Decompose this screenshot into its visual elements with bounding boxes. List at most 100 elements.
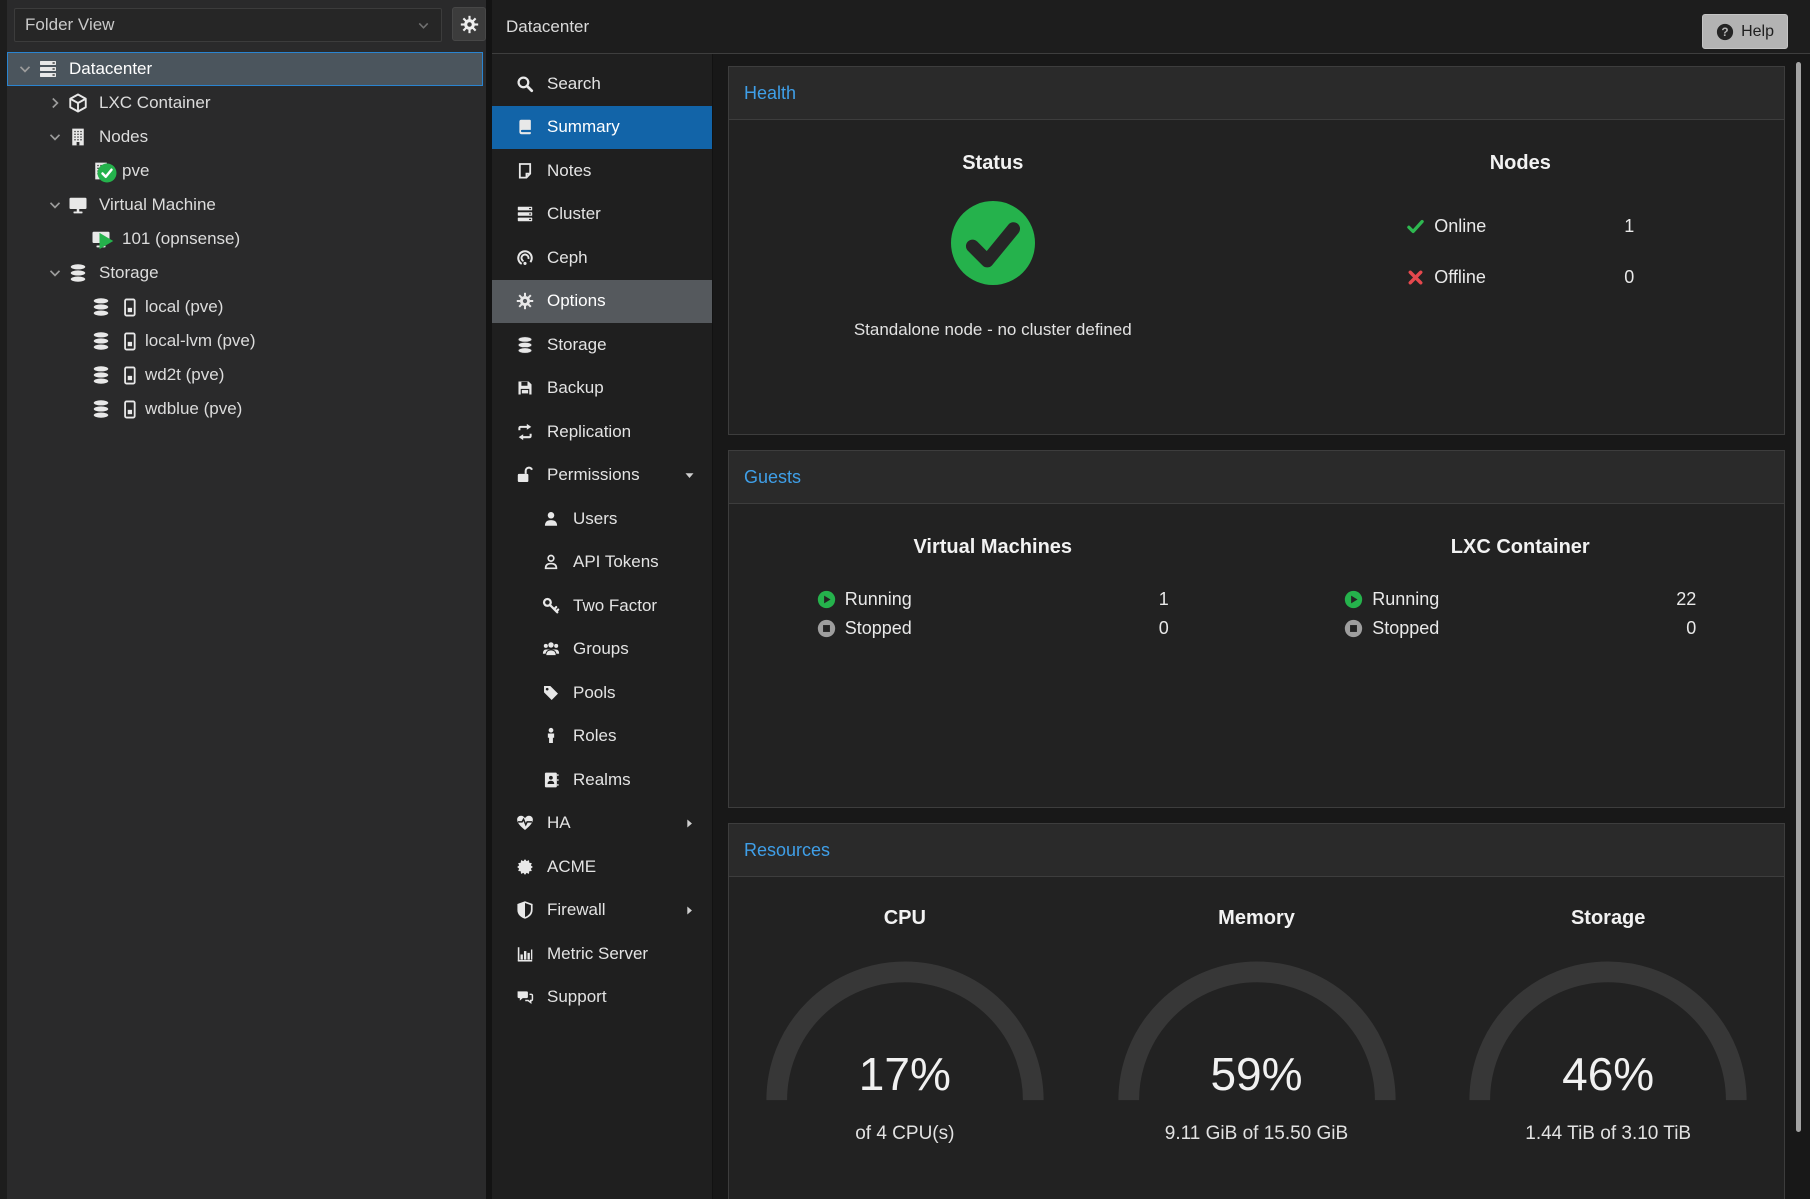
storage-percent: 46% [1460,1047,1756,1101]
vm-stopped-value: 0 [1159,618,1169,639]
nodes-online-value: 1 [1624,216,1634,237]
lock-open-icon [516,466,534,484]
lxc-stopped-row: Stopped 0 [1344,614,1696,643]
nav-item-replication[interactable]: Replication [492,410,712,454]
tree-item-datacenter[interactable]: Datacenter [7,52,483,86]
chevron-down-icon[interactable] [47,265,63,281]
monitor-icon [68,195,88,215]
vm-heading: Virtual Machines [729,536,1257,559]
monitor-icon [91,229,111,249]
stop-circle-icon [817,619,836,638]
database-icon [91,399,111,419]
vm-stopped-row: Stopped 0 [817,614,1169,643]
view-mode-select[interactable]: Folder View [14,8,442,42]
guests-panel-title: Guests [729,451,1784,504]
seal-badge-icon [516,858,534,876]
user-outline-icon [542,553,560,571]
nav-item-roles[interactable]: Roles [492,715,712,759]
tree-item-storage[interactable]: Storage [7,256,483,290]
chat-bubbles-icon [516,988,534,1006]
arrow-right-icon[interactable] [684,905,695,916]
nav-item-permissions[interactable]: Permissions [492,454,712,498]
health-panel: Health Status Standalone node - no clust… [728,66,1785,435]
drive-icon [124,366,136,385]
nav-item-notes[interactable]: Notes [492,149,712,193]
shield-icon [516,901,534,919]
nav-item-backup[interactable]: Backup [492,367,712,411]
nav-item-ceph[interactable]: Ceph [492,236,712,280]
tree-item-pve[interactable]: pve [7,154,483,188]
tree-item-vm-101-opnsense[interactable]: 101 (opnsense) [7,222,483,256]
database-icon [516,336,534,354]
cross-icon [1406,268,1425,287]
nav-item-cluster[interactable]: Cluster [492,193,712,237]
database-icon [91,365,111,385]
storage-heading: Storage [1432,907,1784,930]
arrow-right-icon[interactable] [684,818,695,829]
tree-item-storage-wdblue[interactable]: wdblue (pve) [7,392,483,426]
lxc-heading: LXC Container [1257,536,1785,559]
running-play-icon [97,231,117,251]
page-title: Datacenter [506,17,589,37]
chevron-down-icon [416,18,431,33]
nav-item-pools[interactable]: Pools [492,671,712,715]
nav-item-options[interactable]: Options [492,280,712,324]
nav-item-realms[interactable]: Realms [492,758,712,802]
nav-item-groups[interactable]: Groups [492,628,712,672]
note-icon [516,162,534,180]
storage-gauge: 46% [1460,960,1756,1111]
key-icon [542,597,560,615]
nav-item-storage[interactable]: Storage [492,323,712,367]
question-circle-icon [1716,23,1734,41]
lxc-container-column: LXC Container Running 22 Stopped 0 [1257,504,1785,643]
tree-item-storage-local-lvm[interactable]: local-lvm (pve) [7,324,483,358]
health-panel-title: Health [729,67,1784,120]
nodes-offline-row: Offline 0 [1406,262,1634,292]
nodes-online-row: Online 1 [1406,211,1634,241]
view-mode-value: Folder View [25,15,114,35]
nav-item-api-tokens[interactable]: API Tokens [492,541,712,585]
tree-item-virtual-machine[interactable]: Virtual Machine [7,188,483,222]
guests-panel: Guests Virtual Machines Running 1 Stoppe… [728,450,1785,808]
summary-content: Health Status Standalone node - no clust… [712,54,1810,1199]
stop-circle-icon [1344,619,1363,638]
cpu-heading: CPU [729,907,1081,930]
lxc-stopped-label: Stopped [1372,618,1439,639]
chevron-down-icon[interactable] [17,61,33,77]
tree-item-label: Datacenter [69,59,152,79]
cpu-gauge: 17% [757,960,1053,1111]
play-circle-icon [817,590,836,609]
lxc-running-value: 22 [1676,589,1696,610]
nav-item-summary[interactable]: Summary [492,106,712,150]
nav-item-metric-server[interactable]: Metric Server [492,932,712,976]
nav-item-search[interactable]: Search [492,62,712,106]
tree-item-label: Storage [99,263,159,283]
vertical-scrollbar[interactable] [1796,62,1801,1132]
tree-item-lxc-container[interactable]: LXC Container [7,86,483,120]
help-button[interactable]: Help [1702,14,1788,49]
nav-item-ha[interactable]: HA [492,802,712,846]
bar-chart-icon [516,945,534,963]
chevron-down-icon[interactable] [47,129,63,145]
chevron-down-icon[interactable] [47,197,63,213]
arrow-down-icon[interactable] [684,470,695,481]
vm-running-row: Running 1 [817,585,1169,614]
tree-item-storage-local[interactable]: local (pve) [7,290,483,324]
tree-item-storage-wd2t[interactable]: wd2t (pve) [7,358,483,392]
building-icon [91,161,111,181]
chevron-right-icon[interactable] [47,95,63,111]
tree-item-nodes[interactable]: Nodes [7,120,483,154]
nav-item-support[interactable]: Support [492,976,712,1020]
nav-item-acme[interactable]: ACME [492,845,712,889]
virtual-machines-column: Virtual Machines Running 1 Stopped 0 [729,504,1257,643]
tree-item-label: LXC Container [99,93,211,113]
user-icon [542,510,560,528]
tree-settings-button[interactable] [452,7,486,41]
person-icon [542,727,560,745]
nav-item-firewall[interactable]: Firewall [492,889,712,933]
nav-item-two-factor[interactable]: Two Factor [492,584,712,628]
cube-icon [68,93,88,113]
resources-panel-title: Resources [729,824,1784,877]
nav-item-users[interactable]: Users [492,497,712,541]
check-circle-icon [951,201,1035,285]
